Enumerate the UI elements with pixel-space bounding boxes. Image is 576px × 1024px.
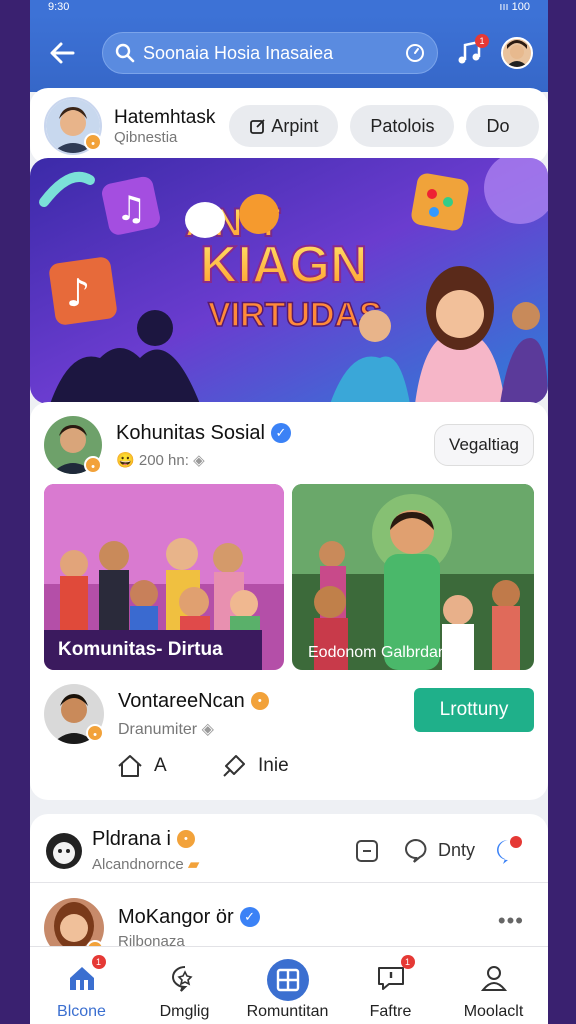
home-outline-icon	[118, 755, 142, 777]
star-icon: •	[250, 691, 269, 710]
post-card: • Kohunitas Sosial ✓ 😀 200 hn: ◈ Vegaltia…	[30, 402, 548, 800]
status-bar: 9:30 ııı 100	[30, 0, 548, 14]
verified-icon: ✓	[239, 907, 260, 927]
chip-label: Do	[486, 115, 510, 136]
tab-label: Faftre	[369, 1003, 412, 1020]
notification-badge: 1	[400, 955, 415, 969]
battery-icon: 100	[511, 1, 530, 13]
image-caption: Eodonom Galbrdan	[308, 644, 447, 661]
tab-label: Romuntitan	[246, 1003, 329, 1020]
pin-icon	[223, 755, 245, 777]
tag-icon: ▰	[187, 856, 200, 873]
post-image-2[interactable]: Eodonom Galbrdan	[292, 484, 534, 670]
avatar	[44, 830, 84, 871]
user-subtitle: Qibnestia	[114, 128, 178, 146]
bottom-tab-bar: 1 Blcone Dmglig Romuntitan 1 Faftre Mool…	[30, 946, 548, 1024]
chip-label: Patolois	[370, 115, 435, 136]
banner-title-line3: VIRTUDAS	[208, 296, 382, 334]
globe-icon: ◈	[201, 720, 214, 738]
chat-button[interactable]	[492, 834, 524, 871]
list-item[interactable]: Pldrana i • Alcandnornce ▰	[44, 828, 199, 873]
action-label: A	[154, 755, 167, 776]
status-badge: •	[84, 133, 102, 151]
chip-patolois[interactable]: Patolois	[350, 105, 455, 147]
emoji-icon: 😀	[116, 451, 135, 469]
follow-button[interactable]: Vegaltiag	[434, 424, 534, 466]
globe-icon: ◈	[193, 451, 205, 469]
app-screen: 9:30 ııı 100 Soonaia Hosia Inasaiea 1 • …	[30, 0, 548, 1024]
banner-title-line2: KIAGN	[200, 236, 368, 294]
top-app-bar: Soonaia Hosia Inasaiea 1	[30, 14, 548, 92]
star-icon: •	[176, 830, 195, 848]
comment-action[interactable]: Inie	[220, 752, 289, 780]
music-button[interactable]: 1	[452, 34, 489, 70]
profile-avatar-button[interactable]	[500, 36, 534, 70]
commenter-subtitle: Dranumiter	[118, 720, 198, 738]
more-icon[interactable]: •••	[498, 908, 524, 934]
banner-illustration: ♫ ♪ AN-T KIAGN VIRTUDAS	[30, 158, 548, 404]
avatar[interactable]: •	[44, 684, 104, 744]
feed-subtitle: Alcandnornce	[92, 856, 184, 873]
tab-dmglig[interactable]: Dmglig	[133, 947, 236, 1021]
user-chip-row: • Hatemhtask Qibnestia Arpint Patolois D…	[30, 88, 548, 164]
status-badge: •	[84, 456, 102, 474]
svg-text:♪: ♪	[66, 271, 90, 315]
status-time: 9:30	[48, 1, 70, 13]
back-button[interactable]	[42, 33, 82, 73]
notification-badge: 1	[91, 955, 106, 969]
tab-faftre[interactable]: 1 Faftre	[339, 947, 442, 1021]
like-action[interactable]: A	[116, 752, 167, 780]
svg-text:♫: ♫	[116, 189, 146, 229]
feed-action-label[interactable]: Dnty	[438, 840, 475, 861]
chat-heart-icon	[171, 966, 193, 992]
action-label: Inie	[258, 755, 289, 776]
user-name: Hatemhtask	[114, 106, 216, 128]
search-bar[interactable]: Soonaia Hosia Inasaiea	[102, 32, 438, 74]
comment-icon[interactable]	[402, 836, 430, 864]
feed-name: Pldrana i	[92, 828, 171, 850]
profile-icon	[480, 966, 507, 991]
grid-icon	[266, 959, 309, 1001]
author-name: Kohunitas Sosial	[116, 421, 265, 444]
promo-banner[interactable]: ♫ ♪ AN-T KIAGN VIRTUDAS	[30, 158, 548, 404]
avatar[interactable]: •	[44, 416, 102, 474]
avatar[interactable]: •	[44, 97, 102, 155]
chip-arpint[interactable]: Arpint	[229, 105, 339, 147]
status-badge: •	[86, 724, 104, 742]
tab-home[interactable]: 1 Blcone	[30, 947, 133, 1021]
avatar	[501, 37, 533, 69]
message-icon	[377, 967, 404, 990]
notification-badge: 1	[475, 34, 489, 48]
chip-label: Arpint	[271, 115, 319, 136]
search-icon	[115, 43, 135, 63]
edit-note-icon	[250, 119, 266, 134]
signal-icon: ııı	[499, 1, 509, 13]
feed-name: MoKangor ör	[118, 906, 234, 928]
share-icon[interactable]	[354, 838, 380, 864]
tab-label: Blcone	[57, 1003, 106, 1020]
join-button[interactable]: Lrottuny	[414, 688, 534, 732]
home-icon	[69, 967, 94, 990]
tab-profile[interactable]: Moolaclt	[442, 947, 545, 1021]
timer-icon[interactable]	[405, 43, 425, 63]
tab-label: Dmglig	[159, 1003, 210, 1020]
search-input[interactable]: Soonaia Hosia Inasaiea	[143, 43, 405, 64]
tab-community[interactable]: Romuntitan	[236, 947, 339, 1021]
arrow-left-icon	[50, 42, 75, 64]
divider	[30, 882, 548, 883]
post-image-1[interactable]: Komunitas- Dirtua	[44, 484, 284, 670]
tab-label: Moolaclt	[463, 1003, 524, 1020]
post-meta: 200 hn:	[138, 451, 189, 469]
verified-icon: ✓	[270, 422, 291, 443]
chat-bubble-icon	[497, 836, 522, 864]
image-caption: Komunitas- Dirtua	[44, 630, 262, 670]
commenter-name: VontareeNcan	[118, 689, 245, 712]
chip-do[interactable]: Do	[466, 105, 540, 147]
